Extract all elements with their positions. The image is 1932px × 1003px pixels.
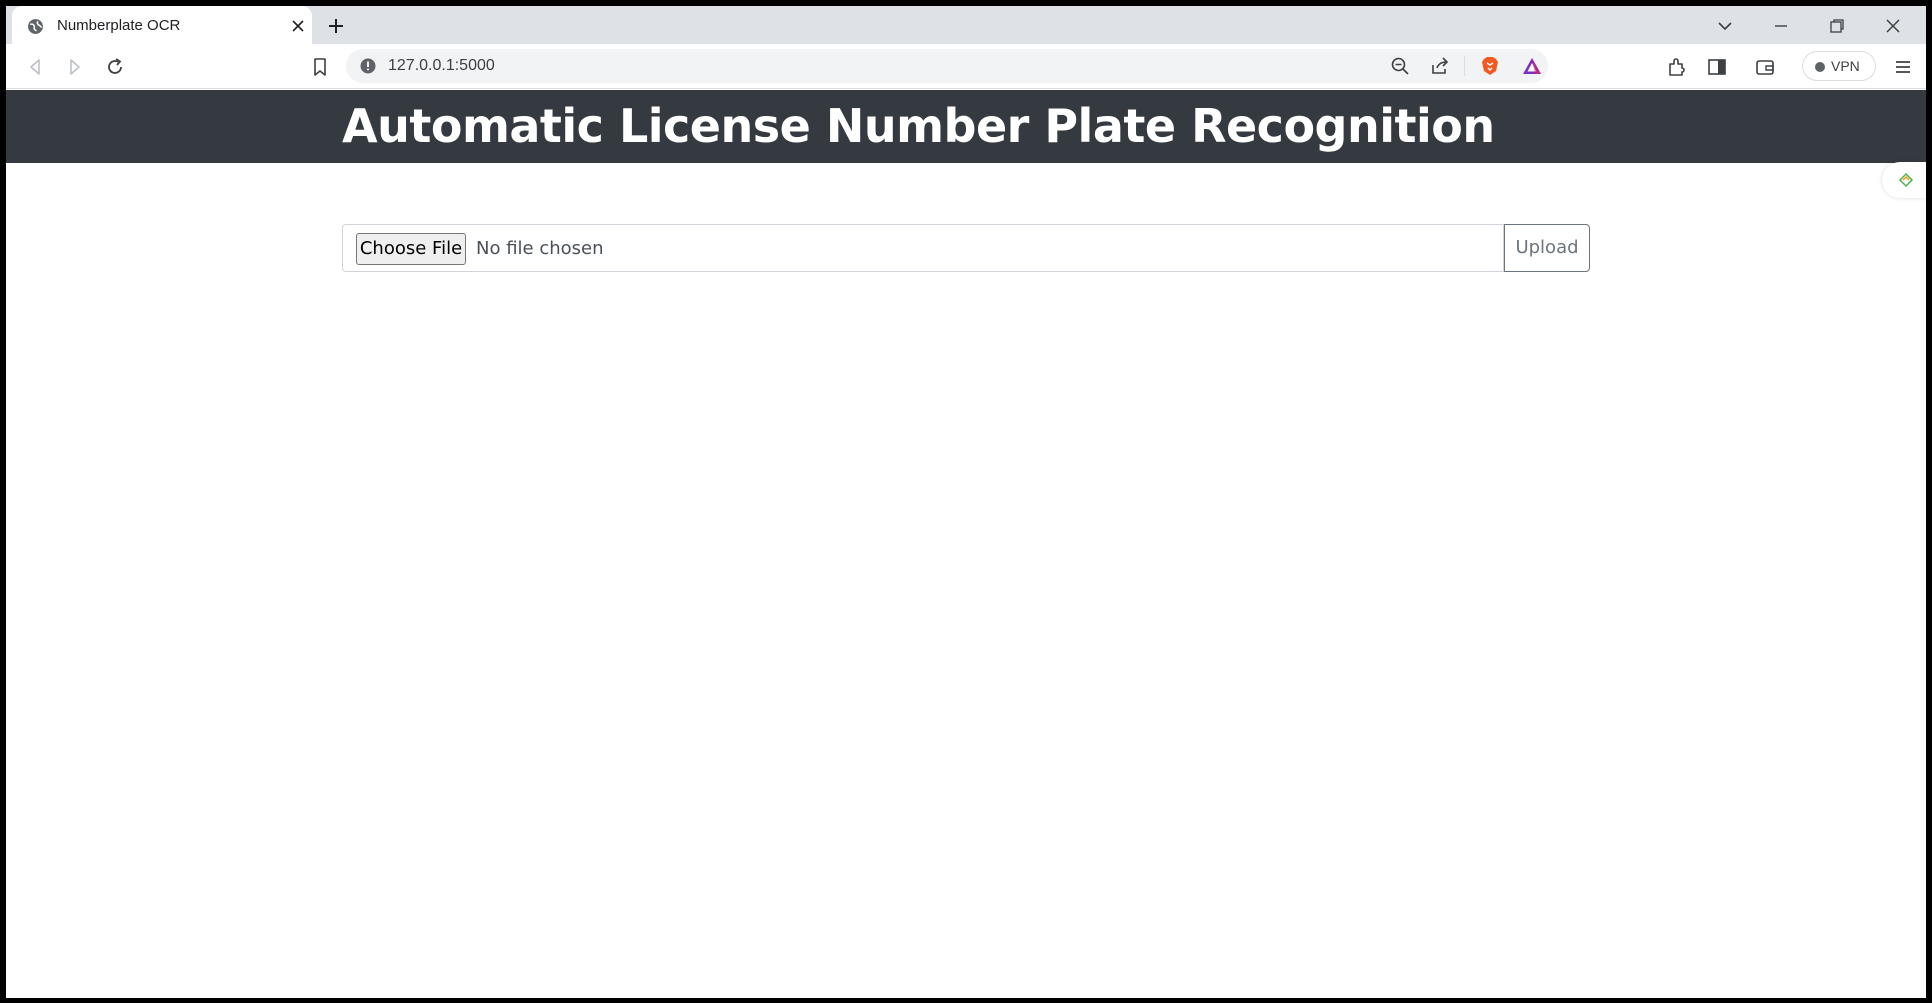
tab-numberplate-ocr[interactable]: Numberplate OCR xyxy=(12,6,312,44)
close-window-icon[interactable] xyxy=(1884,17,1902,35)
back-icon[interactable] xyxy=(24,56,46,78)
page-content: Automatic License Number Plate Recogniti… xyxy=(6,90,1926,998)
file-input[interactable]: Choose File No file chosen xyxy=(342,224,1504,272)
sidebar-icon[interactable] xyxy=(1706,56,1728,78)
menu-icon[interactable] xyxy=(1892,56,1914,78)
brave-shields-icon[interactable] xyxy=(1480,56,1500,76)
share-icon[interactable] xyxy=(1430,56,1450,76)
minimize-icon[interactable] xyxy=(1772,17,1790,35)
browser-toolbar: 127.0.0.1:5000 VPN xyxy=(6,44,1926,89)
tab-title: Numberplate OCR xyxy=(57,17,181,34)
wallet-icon[interactable] xyxy=(1754,56,1776,78)
choose-file-button[interactable]: Choose File xyxy=(356,233,466,265)
file-status-text: No file chosen xyxy=(476,238,604,259)
divider xyxy=(1464,56,1465,76)
new-tab-icon[interactable] xyxy=(326,16,346,36)
info-icon[interactable] xyxy=(360,58,376,74)
tab-strip: Numberplate OCR xyxy=(6,6,1926,44)
url-text: 127.0.0.1:5000 xyxy=(388,57,495,74)
vpn-button[interactable]: VPN xyxy=(1802,51,1876,81)
extension-widget-icon xyxy=(1898,172,1914,188)
brave-rewards-icon[interactable] xyxy=(1522,56,1542,76)
floating-extension-widget[interactable] xyxy=(1882,162,1926,198)
close-tab-icon[interactable] xyxy=(290,18,306,34)
tab-search-chevron-icon[interactable] xyxy=(1716,17,1734,35)
vpn-label: VPN xyxy=(1831,58,1860,74)
vpn-status-icon xyxy=(1815,62,1825,72)
page-title: Automatic License Number Plate Recogniti… xyxy=(342,99,1495,153)
browser-window: Numberplate OCR 127.0.0.1:5000 VPN Autom… xyxy=(6,6,1926,998)
globe-icon xyxy=(28,19,43,34)
upload-form: Choose File No file chosen Upload xyxy=(342,224,1590,272)
page-header: Automatic License Number Plate Recogniti… xyxy=(6,90,1926,163)
extensions-icon[interactable] xyxy=(1666,56,1688,78)
bookmark-icon[interactable] xyxy=(309,56,331,78)
address-bar[interactable]: 127.0.0.1:5000 xyxy=(346,49,1548,83)
upload-button[interactable]: Upload xyxy=(1504,224,1590,272)
reload-icon[interactable] xyxy=(104,56,126,78)
forward-icon[interactable] xyxy=(64,56,86,78)
zoom-out-icon[interactable] xyxy=(1390,56,1410,76)
restore-icon[interactable] xyxy=(1828,17,1846,35)
